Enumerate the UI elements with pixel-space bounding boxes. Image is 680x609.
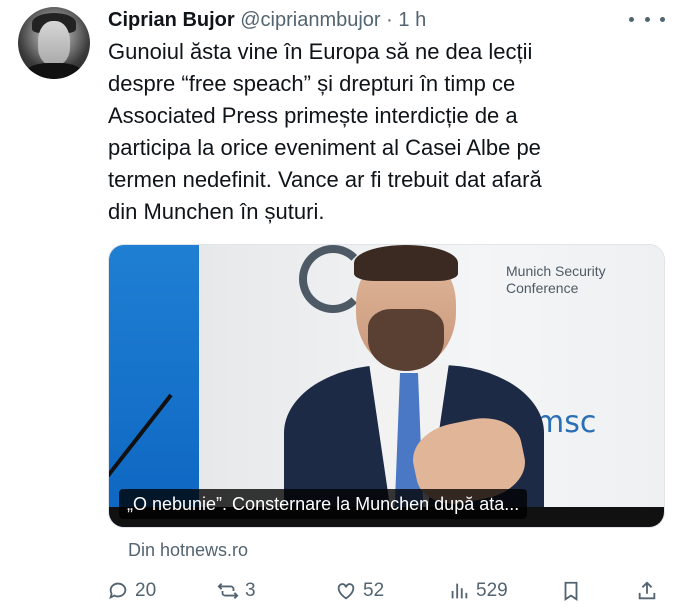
like-button[interactable]: 52 (335, 576, 384, 606)
author-name[interactable]: Ciprian Bujor (108, 9, 235, 31)
views-button[interactable]: 529 (448, 576, 508, 606)
avatar[interactable] (18, 7, 90, 79)
bookmark-button[interactable] (560, 576, 582, 606)
link-source[interactable]: Din hotnews.ro (128, 539, 248, 561)
tweet-text: Gunoiul ăsta vine în Europa să ne dea le… (108, 36, 668, 228)
reply-button[interactable]: 20 (107, 576, 156, 606)
separator-dot: · (386, 9, 393, 31)
tweet-text-line: despre “free speach” și drepturi în timp… (108, 71, 516, 96)
preview-headline[interactable]: „O nebunie”. Consternare la Munchen după… (119, 489, 528, 519)
backdrop-msc-logo: msc (535, 405, 597, 440)
tweet-text-line: din Munchen în șuturi. (108, 199, 325, 224)
tweet-timestamp[interactable]: 1 h (398, 9, 426, 31)
action-bar: 20 3 52 529 (0, 576, 680, 606)
reply-icon (109, 582, 127, 600)
tweet-text-line: termen nedefinit. Vance ar fi trebuit da… (108, 167, 542, 192)
share-icon (638, 581, 656, 600)
reply-count: 20 (135, 580, 157, 601)
share-button[interactable] (636, 576, 658, 606)
views-icon (451, 583, 468, 599)
tweet-text-line: Associated Press primește interdicție de… (108, 103, 518, 128)
views-count: 529 (476, 580, 508, 601)
author-handle[interactable]: @ciprianmbujor (240, 9, 380, 31)
tweet-header: Ciprian Bujor @ciprianmbujor · 1 h (108, 8, 426, 32)
tweet-text-line: participa la orice eveniment al Casei Al… (108, 135, 541, 160)
tweet-text-line: Gunoiul ăsta vine în Europa să ne dea le… (108, 39, 533, 64)
repost-icon (217, 583, 239, 599)
more-options-icon[interactable] (629, 10, 665, 28)
bookmark-icon (564, 581, 578, 601)
repost-count: 3 (245, 580, 256, 601)
backdrop-blue-panel (109, 245, 199, 527)
like-count: 52 (363, 580, 385, 601)
speaker-image (274, 245, 544, 527)
repost-button[interactable]: 3 (217, 576, 256, 606)
link-preview-card[interactable]: Munich Security Conference msc „O nebuni… (108, 244, 665, 528)
heart-icon (337, 583, 355, 600)
